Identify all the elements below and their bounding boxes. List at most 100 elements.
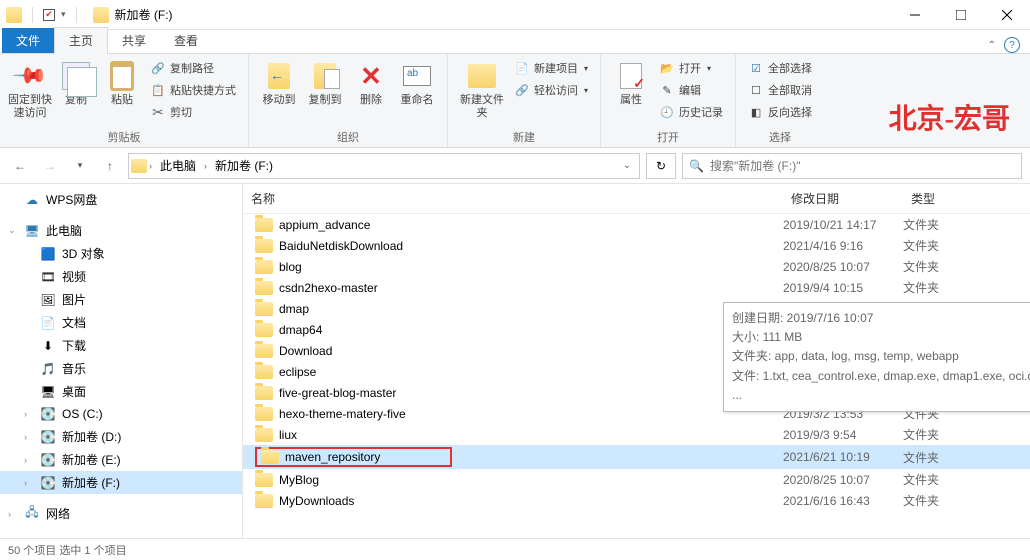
select-none-button[interactable]: ☐全部取消 — [744, 80, 816, 100]
list-item[interactable]: appium_advance2019/10/21 14:17文件夹 — [243, 214, 1030, 235]
edit-button[interactable]: ✎编辑 — [655, 80, 727, 100]
address-dropdown[interactable]: ⌄ — [617, 160, 637, 171]
sidebar-item-network[interactable]: ›🖧网络 — [0, 502, 242, 525]
breadcrumb-drive[interactable]: 新加卷 (F:) — [209, 154, 279, 178]
copy-button[interactable]: 复制 — [54, 58, 98, 109]
list-item[interactable]: csdn2hexo-master2019/9/4 10:15文件夹 — [243, 277, 1030, 298]
address-bar[interactable]: › 此电脑 › 新加卷 (F:) ⌄ — [128, 153, 640, 179]
help-icon[interactable]: ? — [1004, 37, 1020, 53]
sidebar-item-label: 音乐 — [62, 360, 86, 377]
sidebar-item[interactable]: 🎵音乐 — [0, 357, 242, 380]
paste-label: 粘贴 — [111, 94, 133, 107]
chevron-right-icon[interactable]: › — [149, 161, 152, 171]
sidebar-item[interactable]: ›💽新加卷 (F:) — [0, 471, 242, 494]
tab-view[interactable]: 查看 — [160, 28, 212, 53]
sidebar-item-this-pc[interactable]: ⌄🖥此电脑 — [0, 219, 242, 242]
window-title: 新加卷 (F:) — [115, 6, 173, 23]
file-name: hexo-theme-matery-five — [279, 407, 406, 421]
search-icon: 🔍 — [689, 159, 704, 173]
qat-separator — [32, 7, 33, 23]
column-date[interactable]: 修改日期 — [783, 184, 903, 213]
file-type: 文件夹 — [903, 426, 1003, 443]
rename-button[interactable]: 重命名 — [395, 58, 439, 109]
history-label: 历史记录 — [679, 104, 723, 120]
back-button[interactable]: ← — [8, 154, 32, 178]
recent-dropdown[interactable]: ▾ — [68, 154, 92, 178]
tooltip-line: 文件夹: app, data, log, msg, temp, webapp — [732, 347, 1030, 366]
file-name: five-great-blog-master — [279, 386, 396, 400]
column-type[interactable]: 类型 — [903, 184, 1003, 213]
sidebar-item[interactable]: 🖥桌面 — [0, 380, 242, 403]
pin-button[interactable]: 📌固定到快速访问 — [8, 58, 52, 122]
file-type: 文件夹 — [903, 279, 1003, 296]
minimize-button[interactable] — [892, 0, 938, 30]
group-clipboard-label: 剪贴板 — [8, 127, 240, 145]
sidebar-item-label: 此电脑 — [46, 222, 82, 239]
new-item-label: 新建项目 — [534, 60, 578, 76]
tab-file[interactable]: 文件 — [2, 28, 54, 53]
search-input[interactable] — [710, 159, 1015, 173]
cut-button[interactable]: ✂剪切 — [146, 102, 240, 122]
copy-to-button[interactable]: 复制到 — [303, 58, 347, 109]
file-name: BaiduNetdiskDownload — [279, 239, 403, 253]
folder-icon — [261, 450, 279, 464]
sidebar-item[interactable]: 📄文档 — [0, 311, 242, 334]
chevron-right-icon[interactable]: › — [204, 161, 207, 171]
qat-dropdown[interactable]: ▾ — [61, 9, 66, 20]
sidebar-item-label: 3D 对象 — [62, 245, 105, 262]
paste-shortcut-button[interactable]: 📋粘贴快捷方式 — [146, 80, 240, 100]
up-button[interactable]: ↑ — [98, 154, 122, 178]
sidebar-item[interactable]: ›💽新加卷 (D:) — [0, 425, 242, 448]
sidebar-item[interactable]: 🟦3D 对象 — [0, 242, 242, 265]
folder-icon — [255, 407, 273, 421]
sidebar-item[interactable]: ›💽OS (C:) — [0, 403, 242, 425]
sidebar-item[interactable]: 🎞视频 — [0, 265, 242, 288]
list-item[interactable]: blog2020/8/25 10:07文件夹 — [243, 256, 1030, 277]
copy-path-label: 复制路径 — [170, 60, 214, 76]
file-name: dmap — [279, 302, 309, 316]
sidebar-item[interactable]: ›💽新加卷 (E:) — [0, 448, 242, 471]
group-select: ☑全部选择 ☐全部取消 ◧反向选择 选择 — [736, 54, 824, 147]
delete-button[interactable]: ✕删除 — [349, 58, 393, 109]
file-name: MyDownloads — [279, 494, 354, 508]
list-item[interactable]: BaiduNetdiskDownload2021/4/16 9:16文件夹 — [243, 235, 1030, 256]
tab-home[interactable]: 主页 — [54, 27, 108, 54]
close-button[interactable] — [984, 0, 1030, 30]
file-name: csdn2hexo-master — [279, 281, 378, 295]
move-to-button[interactable]: 移动到 — [257, 58, 301, 109]
list-item[interactable]: MyBlog2020/8/25 10:07文件夹 — [243, 469, 1030, 490]
search-box[interactable]: 🔍 — [682, 153, 1022, 179]
sidebar-item[interactable]: ⬇下载 — [0, 334, 242, 357]
folder-icon — [6, 7, 22, 23]
open-button[interactable]: 📂打开▾ — [655, 58, 727, 78]
refresh-button[interactable]: ↻ — [646, 153, 676, 179]
delete-label: 删除 — [360, 94, 382, 107]
easy-access-button[interactable]: 🔗轻松访问▾ — [510, 80, 592, 100]
new-folder-button[interactable]: 新建文件夹 — [456, 58, 508, 122]
maximize-button[interactable] — [938, 0, 984, 30]
tab-share[interactable]: 共享 — [108, 28, 160, 53]
invert-select-button[interactable]: ◧反向选择 — [744, 102, 816, 122]
group-select-label: 选择 — [744, 127, 816, 145]
paste-button[interactable]: 粘贴 — [100, 58, 144, 109]
sidebar-item-wps[interactable]: ☁WPS网盘 — [0, 188, 242, 211]
history-button[interactable]: 🕘历史记录 — [655, 102, 727, 122]
new-item-button[interactable]: 📄新建项目▾ — [510, 58, 592, 78]
list-item[interactable]: liux2019/9/3 9:54文件夹 — [243, 424, 1030, 445]
file-date: 2020/8/25 10:07 — [783, 260, 903, 274]
checkbox-icon[interactable]: ✔ — [43, 9, 55, 21]
forward-button[interactable]: → — [38, 154, 62, 178]
file-type: 文件夹 — [903, 258, 1003, 275]
minimize-ribbon-icon[interactable]: ⌃ — [988, 40, 996, 51]
properties-button[interactable]: 属性 — [609, 58, 653, 109]
copy-path-button[interactable]: 🔗复制路径 — [146, 58, 240, 78]
easy-access-label: 轻松访问 — [534, 82, 578, 98]
list-item[interactable]: maven_repository2021/6/21 10:19文件夹 — [243, 445, 1030, 469]
column-name[interactable]: 名称 — [243, 184, 783, 213]
select-all-button[interactable]: ☑全部选择 — [744, 58, 816, 78]
breadcrumb-this-pc[interactable]: 此电脑 — [154, 154, 202, 178]
list-item[interactable]: MyDownloads2021/6/16 16:43文件夹 — [243, 490, 1030, 511]
properties-label: 属性 — [620, 94, 642, 107]
sidebar-item[interactable]: 🖼图片 — [0, 288, 242, 311]
sidebar-item-label: WPS网盘 — [46, 191, 97, 208]
